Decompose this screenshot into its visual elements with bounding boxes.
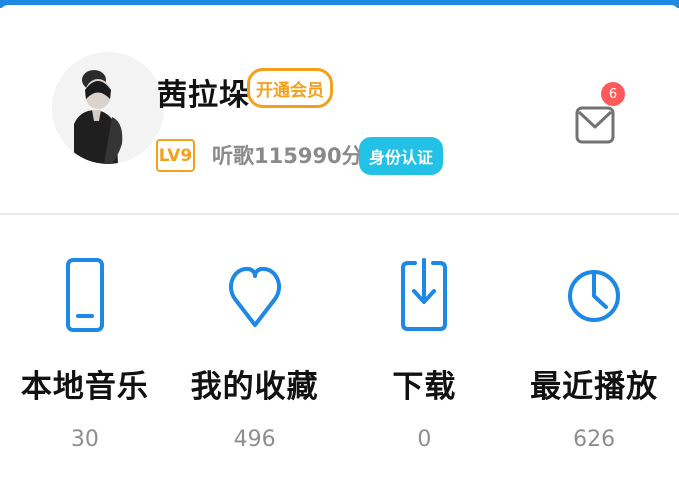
shortcut-label: 本地音乐 xyxy=(20,369,149,405)
phone-icon xyxy=(65,258,104,332)
listen-time: 听歌115990分钟 xyxy=(212,144,384,168)
shortcut-count: 0 xyxy=(417,427,432,452)
shortcut-label: 我的收藏 xyxy=(190,369,319,405)
shortcut-count: 30 xyxy=(70,427,99,452)
identity-verify-button[interactable]: 身份认证 xyxy=(359,137,443,175)
download-shortcut[interactable]: 下载 0 xyxy=(340,215,510,488)
recent-play-shortcut[interactable]: 最近播放 626 xyxy=(509,215,679,488)
shortcut-label: 下载 xyxy=(392,369,457,405)
open-vip-button[interactable]: 开通会员 xyxy=(247,68,333,108)
username: 茜拉垛 xyxy=(157,78,250,113)
local-music-shortcut[interactable]: 本地音乐 30 xyxy=(0,215,170,488)
mail-icon xyxy=(575,106,615,144)
level-badge: LV9 xyxy=(156,139,195,172)
shortcut-grid: 本地音乐 30 我的收藏 496 下载 0 最近播放 626 xyxy=(0,215,679,488)
message-count-badge: 6 xyxy=(601,82,625,106)
top-card-edge xyxy=(0,5,679,15)
clock-icon xyxy=(568,270,621,322)
download-icon xyxy=(401,258,448,331)
shortcut-count: 626 xyxy=(573,427,616,452)
mail-button[interactable] xyxy=(574,100,616,148)
my-favorites-shortcut[interactable]: 我的收藏 496 xyxy=(170,215,340,488)
shortcut-label: 最近播放 xyxy=(530,369,659,405)
avatar[interactable] xyxy=(52,52,164,164)
heart-icon xyxy=(228,266,281,327)
shortcut-count: 496 xyxy=(233,427,276,452)
profile-card: 茜拉垛 开通会员 LV9 听歌115990分钟 身份认证 6 xyxy=(0,15,679,213)
